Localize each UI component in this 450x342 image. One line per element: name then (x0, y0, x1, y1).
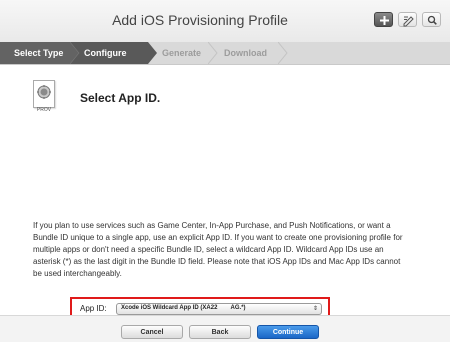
footer-bar: Cancel Back Continue (0, 315, 450, 342)
cancel-button[interactable]: Cancel (121, 325, 183, 339)
chevron-right-icon (70, 42, 80, 64)
main-content: PROV Select App ID. If you plan to use s… (0, 64, 450, 341)
chevron-right-icon (278, 42, 288, 64)
window-title: Add iOS Provisioning Profile (112, 12, 288, 28)
continue-button[interactable]: Continue (257, 325, 319, 339)
search-button[interactable] (422, 12, 441, 27)
chevron-right-icon (208, 42, 218, 64)
app-id-selected-value: Xcode iOS Wildcard App ID (XA22 AG.*) (121, 305, 246, 311)
app-id-label: App ID: (80, 304, 107, 313)
provisioning-profile-icon (33, 80, 55, 108)
step-download: Download (224, 48, 267, 58)
back-button[interactable]: Back (189, 325, 251, 339)
step-configure: Configure (70, 42, 148, 64)
page-heading: Select App ID. (80, 91, 161, 105)
app-id-select[interactable]: Xcode iOS Wildcard App ID (XA22 AG.*) ⇕ (116, 303, 322, 315)
chevron-right-icon (148, 42, 157, 64)
step-progress-bar: Select Type Configure Generate Download (0, 42, 450, 65)
window-header: Add iOS Provisioning Profile (0, 0, 450, 43)
step-select-type: Select Type (0, 42, 70, 64)
select-arrows-icon: ⇕ (312, 306, 318, 312)
description-text: If you plan to use services such as Game… (33, 221, 403, 278)
provisioning-profile-caption: PROV (36, 107, 52, 113)
add-button[interactable] (374, 12, 393, 27)
edit-button[interactable] (398, 12, 417, 27)
